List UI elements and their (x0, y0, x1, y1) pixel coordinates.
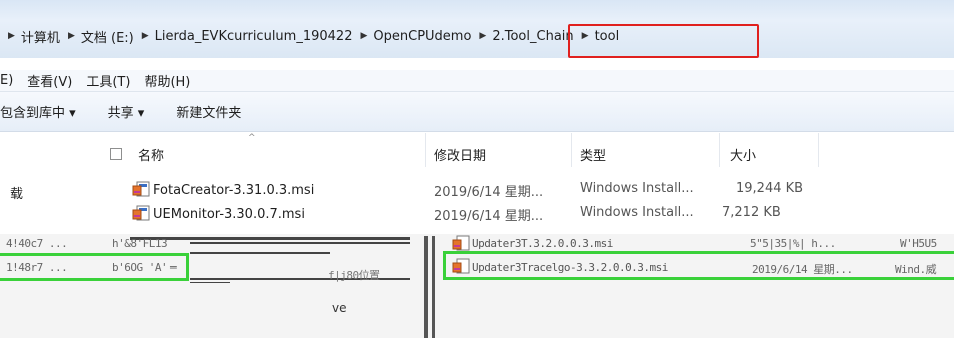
glitch-line (190, 282, 230, 283)
column-divider[interactable] (571, 133, 572, 167)
column-header-type[interactable]: 类型 (580, 141, 606, 167)
command-bar: 包含到库中 ▾ 共享 ▾ 新建文件夹 (0, 92, 954, 132)
new-folder-button[interactable]: 新建文件夹 (176, 102, 241, 121)
file-modified-cell: 2019/6/14 星期... (434, 209, 544, 224)
glitch-bar (432, 236, 435, 338)
glitch-line (190, 252, 330, 254)
glitch-line (130, 237, 410, 240)
column-divider[interactable] (818, 133, 819, 167)
glitch-bar (424, 236, 428, 338)
glitch-text: b'6OG 'A' (112, 261, 168, 274)
address-bar-area: ▶ 计算机 ▶ 文档 (E:) ▶ Lierda_EVKcurriculum_1… (0, 0, 954, 58)
file-row[interactable]: FotaCreator-3.31.0.3.msi 2019/6/14 星期...… (95, 177, 954, 201)
sort-up-icon: ^ (248, 133, 256, 143)
breadcrumb-lierda[interactable]: Lierda_EVKcurriculum_190422 (155, 29, 353, 44)
share-button[interactable]: 共享 ▾ (108, 102, 145, 121)
glitched-overlay-region: 4!40c7 ... h'&8'FL13 1!48r7 ... b'6OG 'A… (0, 234, 954, 338)
file-size-cell: 7,212 KB (722, 205, 781, 220)
glitch-text-ve: ve (332, 301, 347, 315)
glitch-text: Wind.威 (895, 263, 937, 276)
breadcrumb-arrow-icon[interactable]: ▶ (68, 31, 75, 41)
include-in-library-button[interactable]: 包含到库中 ▾ (0, 102, 76, 121)
breadcrumb-arrow-icon[interactable]: ▶ (479, 31, 486, 41)
menu-edit[interactable]: E) (0, 73, 13, 88)
breadcrumb-drive-e[interactable]: 文档 (E:) (81, 27, 134, 46)
glitch-line (190, 242, 410, 244)
msi-installer-icon (452, 258, 470, 274)
breadcrumb-arrow-icon[interactable]: ▶ (8, 31, 15, 41)
glitch-text: 1!48r7 ... (6, 261, 68, 274)
breadcrumb-arrow-icon[interactable]: ▶ (360, 31, 367, 41)
file-row[interactable]: UEMonitor-3.30.0.7.msi 2019/6/14 星期... W… (95, 201, 954, 225)
glitch-text: h'&8'FL13 (112, 237, 168, 250)
breadcrumb-computer[interactable]: 计算机 (21, 27, 60, 46)
msi-installer-icon (452, 235, 470, 251)
breadcrumb-opencpudemo[interactable]: OpenCPUdemo (373, 29, 471, 44)
column-divider[interactable] (425, 133, 426, 167)
msi-installer-icon (132, 181, 150, 197)
msi-installer-icon (132, 205, 150, 221)
highlight-box (568, 24, 759, 58)
glitch-text: Updater3Tracelgo-3.3.2.0.0.3.msi (472, 261, 668, 274)
glitch-text: Updater3T.3.2.0.0.3.msi (472, 237, 613, 250)
column-header-modified[interactable]: 修改日期 (434, 141, 486, 167)
column-divider[interactable] (719, 133, 720, 167)
glitch-text: W'H5U5 (900, 237, 937, 250)
file-type-cell: Windows Install... (580, 181, 694, 196)
breadcrumb-arrow-icon[interactable]: ▶ (142, 31, 149, 41)
menu-bar: E) 查看(V) 工具(T) 帮助(H) (0, 70, 954, 92)
column-name-label: 名称 (138, 148, 165, 164)
menu-view[interactable]: 查看(V) (27, 71, 72, 90)
file-modified-cell: 2019/6/14 星期... (434, 185, 544, 200)
nav-item-download[interactable]: 载 (10, 183, 23, 202)
glitch-text: 5"5|35|%| h... (750, 237, 836, 250)
file-size-cell: 19,244 KB (736, 181, 804, 196)
column-header-name[interactable]: 名称 ^ (110, 133, 256, 167)
glitch-text: ═ (170, 261, 177, 274)
breadcrumb[interactable]: ▶ 计算机 ▶ 文档 (E:) ▶ Lierda_EVKcurriculum_1… (0, 24, 954, 48)
breadcrumb-tool-chain[interactable]: 2.Tool_Chain (492, 29, 573, 44)
glitch-text: f|j80位置 (328, 269, 380, 282)
glitch-text: 2019/6/14 星期... (752, 263, 853, 276)
menu-tools[interactable]: 工具(T) (86, 71, 130, 90)
glitch-text: 4!40c7 ... (6, 237, 68, 250)
menu-help[interactable]: 帮助(H) (144, 71, 190, 90)
file-name-cell: UEMonitor-3.30.0.7.msi (132, 205, 305, 222)
select-all-checkbox[interactable] (110, 148, 122, 160)
file-type-cell: Windows Install... (580, 205, 694, 220)
column-header-size[interactable]: 大小 (730, 141, 756, 167)
file-name-cell: FotaCreator-3.31.0.3.msi (132, 181, 314, 198)
